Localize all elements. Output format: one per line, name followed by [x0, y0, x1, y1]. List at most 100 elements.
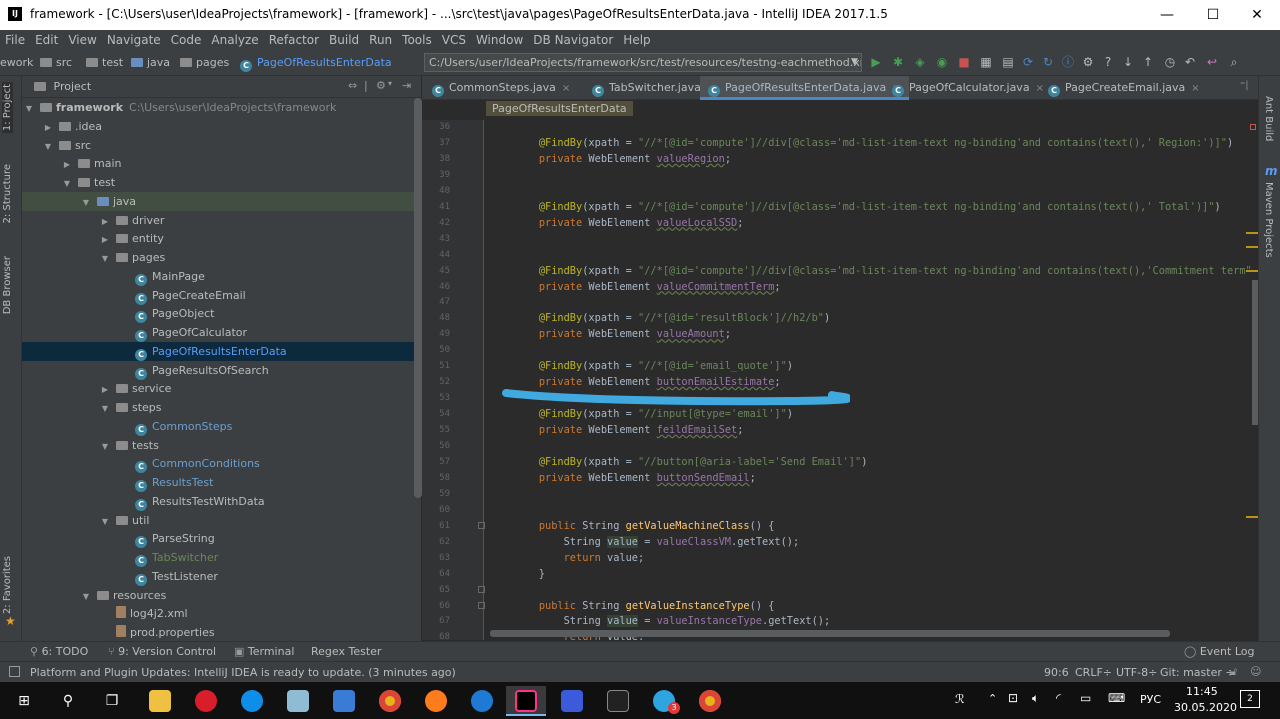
tree-item-tabswitcher[interactable]: C TabSwitcher [22, 548, 414, 567]
tree-item-pageofresultsenterdata[interactable]: C PageOfResultsEnterData [22, 341, 414, 361]
refresh-icon[interactable]: ⟳ [1020, 54, 1036, 70]
tree-item-main[interactable]: ▶ main [22, 154, 414, 173]
warning-marker[interactable] [1246, 232, 1258, 234]
menu-build[interactable]: Build [324, 30, 364, 50]
project-tool-button[interactable]: 1: Project [2, 82, 13, 134]
file-encoding[interactable]: UTF-8÷ [1116, 666, 1157, 679]
collapse-all-icon[interactable]: ⇔ [348, 79, 357, 92]
settings-icon[interactable]: ⚙ [1080, 54, 1096, 70]
tree-item-util[interactable]: ▼ util [22, 511, 414, 530]
clock-date[interactable]: 30.05.2020 [1174, 701, 1237, 714]
tree-item-resultstest[interactable]: C ResultsTest [22, 473, 414, 492]
todo-tool-button[interactable]: ⚲ 6: TODO [30, 645, 88, 658]
terminal-tool-button[interactable]: ▣ Terminal [234, 645, 294, 658]
chevron-right-icon[interactable]: ▶ [43, 118, 53, 137]
line-separator[interactable]: CRLF÷ [1075, 666, 1112, 679]
regex-tester-tool-button[interactable]: Regex Tester [311, 645, 381, 658]
error-marker[interactable] [1250, 124, 1256, 130]
profile-icon[interactable]: ◉ [934, 54, 950, 70]
telegram-icon[interactable]: 3 [644, 686, 684, 716]
coverage-icon[interactable]: ◈ [912, 54, 928, 70]
tree-item-pageobject[interactable]: C PageObject [22, 304, 414, 324]
menu-analyze[interactable]: Analyze [206, 30, 263, 50]
tree-item-testlistener[interactable]: C TestListener [22, 567, 414, 586]
gear-icon[interactable]: ⚙ [376, 79, 386, 92]
tree-item-java[interactable]: ▼ java [22, 191, 414, 212]
chevron-right-icon[interactable]: ▶ [62, 155, 72, 174]
chevron-down-icon[interactable]: ▼ [100, 249, 110, 268]
favorites-tool-button[interactable]: 2: Favorites [2, 556, 13, 614]
breadcrumb-src[interactable]: src [40, 56, 72, 69]
menu-run[interactable]: Run [364, 30, 397, 50]
history-icon[interactable]: ◷ [1162, 54, 1178, 70]
menu-tools[interactable]: Tools [397, 30, 437, 50]
version-control-tool-button[interactable]: ⑂ 9: Version Control [108, 645, 216, 658]
chevron-down-icon[interactable]: ▾ [388, 79, 392, 88]
tree-item-resultstestwithdata[interactable]: C ResultsTestWithData [22, 492, 414, 511]
chevron-down-icon[interactable]: ▼ [100, 437, 110, 456]
editor-scrollbar[interactable] [1252, 280, 1258, 425]
teamviewer-icon[interactable] [232, 686, 272, 716]
tab-commonsteps-java[interactable]: C CommonSteps.java × [424, 76, 578, 100]
search-icon[interactable]: ⚲ [48, 686, 88, 716]
volume-icon[interactable]: 🔈︎ [1032, 691, 1039, 706]
close-tab-icon[interactable]: × [562, 83, 570, 94]
breadcrumb-class[interactable]: C PageOfResultsEnterData [240, 56, 392, 72]
file-explorer-icon[interactable] [140, 686, 180, 716]
opera-icon[interactable] [186, 686, 226, 716]
tree-item-parsestring[interactable]: C ParseString [22, 529, 414, 549]
menu-refactor[interactable]: Refactor [264, 30, 324, 50]
chevron-down-icon[interactable]: ▼ [24, 99, 34, 118]
tab-list-icon[interactable]: ⁼| [1240, 80, 1249, 91]
menu-vcs[interactable]: VCS [437, 30, 471, 50]
maximize-button[interactable]: ☐ [1190, 0, 1236, 30]
sync-icon[interactable]: ↻ [1040, 54, 1056, 70]
tree-item-driver[interactable]: ▶ driver [22, 211, 414, 230]
tree-item-pages[interactable]: ▼ pages [22, 248, 414, 267]
close-tab-icon[interactable]: × [1191, 83, 1199, 94]
warning-marker[interactable] [1246, 246, 1258, 248]
chevron-up-icon[interactable]: ⌃ [988, 692, 997, 705]
tree-item-pageresultsofsearch[interactable]: C PageResultsOfSearch [22, 361, 414, 380]
windows-start-icon[interactable]: ⊞ [4, 686, 44, 716]
chevron-down-icon[interactable]: ▼ [81, 193, 91, 212]
warning-marker[interactable] [1246, 270, 1258, 272]
maven-projects-tool-button[interactable]: Maven Projects [1263, 182, 1274, 258]
tree-item-tests[interactable]: ▼ tests [22, 436, 414, 455]
tree-item-mainpage[interactable]: C MainPage [22, 267, 414, 286]
breadcrumb-java[interactable]: java [131, 56, 170, 69]
chevron-down-icon[interactable]: ▼ [100, 399, 110, 418]
cmd-icon[interactable] [598, 686, 638, 716]
menu-file[interactable]: File [0, 30, 30, 50]
search-everywhere-icon[interactable]: ⌕ [1226, 54, 1242, 70]
chevron-right-icon[interactable]: ▶ [100, 380, 110, 399]
chrome-icon[interactable] [370, 686, 410, 716]
chevron-down-icon[interactable]: ▼ [81, 587, 91, 606]
build-icon[interactable]: ▦ [978, 54, 994, 70]
event-log-tool-button[interactable]: ◯ Event Log [1184, 645, 1254, 658]
chevron-right-icon[interactable]: ▶ [100, 212, 110, 231]
run-configuration-select[interactable]: C:/Users/user/IdeaProjects/framework/src… [424, 53, 862, 72]
network-icon[interactable]: ⊡ [1008, 691, 1018, 705]
fold-marker-icon[interactable] [478, 585, 485, 593]
chevron-down-icon[interactable]: ▼ [62, 174, 72, 193]
tree-item-log4j2-xml[interactable]: log4j2.xml [22, 604, 414, 623]
tree-item-entity[interactable]: ▶ entity [22, 229, 414, 248]
tab-pageofcalculator-java[interactable]: C PageOfCalculator.java × [884, 76, 1052, 100]
menu-help[interactable]: Help [618, 30, 655, 50]
structure-tool-button[interactable]: 2: Structure [2, 164, 13, 223]
tree-item-commonconditions[interactable]: C CommonConditions [22, 454, 414, 474]
menu-code[interactable]: Code [166, 30, 207, 50]
menu-db-navigator[interactable]: DB Navigator [528, 30, 618, 50]
debug-icon[interactable]: ✱ [890, 54, 906, 70]
keyboard-icon[interactable]: ⌨ [1108, 691, 1125, 705]
clock-time[interactable]: 11:45 [1186, 685, 1218, 698]
task-view-icon[interactable]: ❐ [92, 686, 132, 716]
db-browser-tool-button[interactable]: DB Browser [2, 256, 13, 314]
project-structure-icon[interactable]: ▤ [1000, 54, 1016, 70]
chrome-icon-2[interactable] [690, 686, 730, 716]
tree-item-service[interactable]: ▶ service [22, 379, 414, 398]
stop-icon[interactable]: ■ [956, 54, 972, 70]
tree-item-prod-properties[interactable]: prod.properties [22, 623, 414, 641]
git-branch[interactable]: Git: master ÷ [1160, 666, 1235, 679]
